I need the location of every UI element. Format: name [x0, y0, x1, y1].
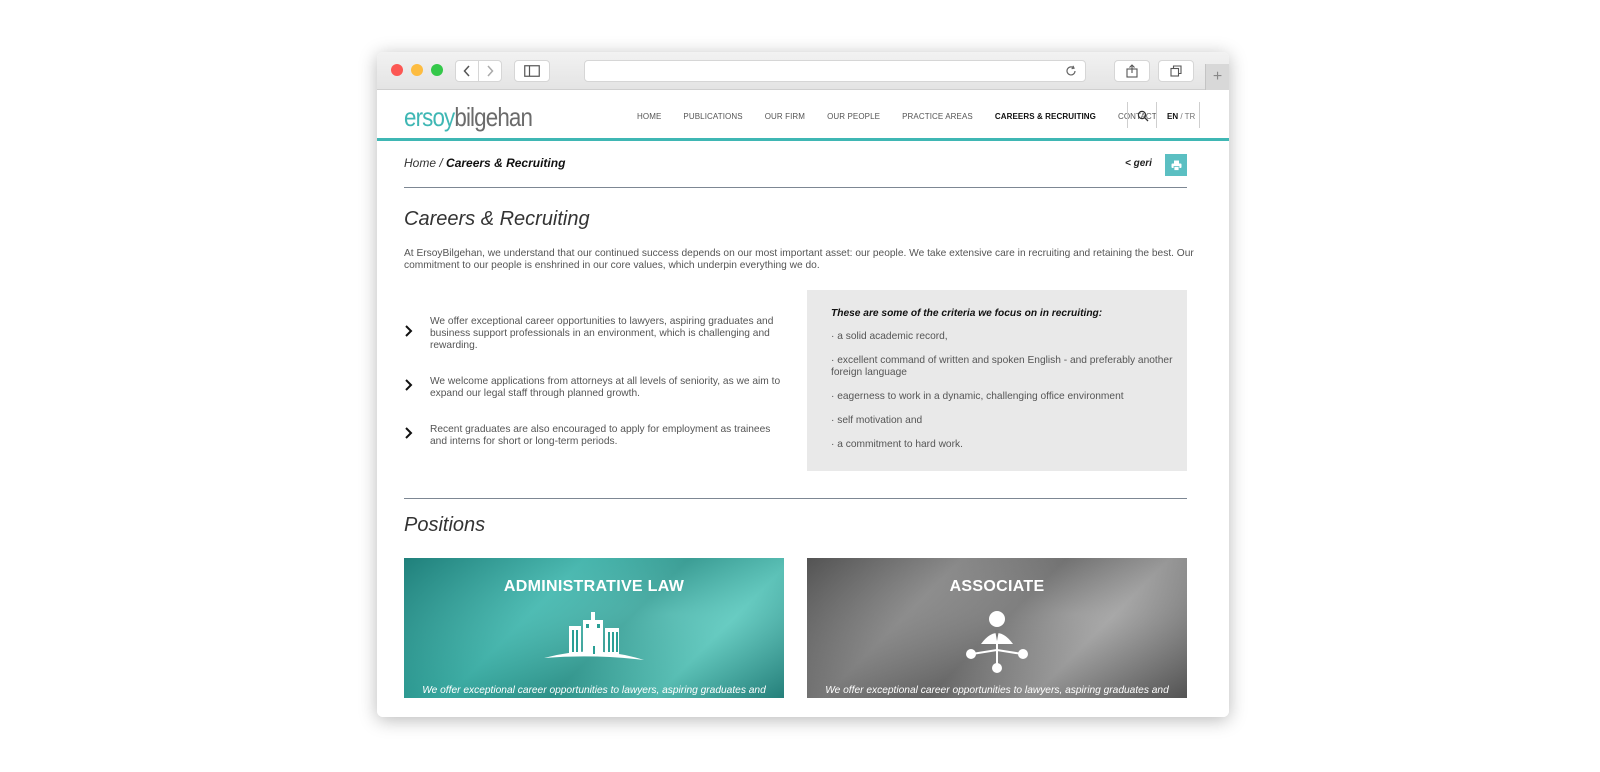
chevron-left-icon: [463, 65, 470, 77]
breadcrumb-separator: /: [436, 156, 447, 170]
card-title: ASSOCIATE: [949, 578, 1045, 595]
header-divider: [1156, 102, 1157, 128]
courthouse-person-icon: [544, 612, 644, 660]
header-divider: [1199, 102, 1200, 128]
card-title: ADMINISTRATIVE LAW: [503, 578, 685, 595]
search-icon[interactable]: [1137, 110, 1149, 122]
zoom-window-button[interactable]: [431, 64, 443, 76]
new-tab-button[interactable]: +: [1205, 64, 1229, 90]
criteria-item: · eagerness to work in a dynamic, challe…: [831, 391, 1124, 402]
sidebar-toggle-button[interactable]: [514, 60, 550, 82]
plus-icon: +: [1212, 68, 1223, 85]
main-nav: HOME PUBLICATIONS OUR FIRM OUR PEOPLE PR…: [637, 112, 1179, 121]
page-title: Careers & Recruiting: [404, 208, 590, 230]
criteria-item: · self motivation and: [831, 415, 923, 426]
back-link[interactable]: < geri: [1125, 158, 1152, 169]
criteria-item: · a commitment to hard work.: [831, 439, 963, 450]
tabs-icon: [1170, 65, 1182, 77]
nav-our-firm[interactable]: OUR FIRM: [765, 112, 805, 121]
list-item-text: Recent graduates are also encouraged to …: [430, 424, 771, 447]
positions-title: Positions: [404, 514, 486, 536]
criteria-box: These are some of the criteria we focus …: [807, 290, 1187, 471]
chevron-right-icon: [405, 379, 413, 391]
browser-toolbar: +: [377, 52, 1229, 90]
minimize-window-button[interactable]: [411, 64, 423, 76]
nav-our-people[interactable]: OUR PEOPLE: [827, 112, 880, 121]
list-item-text: We welcome applications from attorneys a…: [430, 376, 781, 399]
print-button[interactable]: [1165, 154, 1187, 176]
lang-tr[interactable]: TR: [1185, 112, 1196, 121]
nav-careers-recruiting[interactable]: CAREERS & RECRUITING: [995, 112, 1096, 121]
logo-part-bilgehan: bilgehan: [454, 102, 533, 132]
website: ersoybilgehan HOME PUBLICATIONS OUR FIRM…: [377, 90, 1229, 717]
criteria-item: · excellent command of written and spoke…: [831, 355, 1173, 378]
share-icon: [1126, 64, 1138, 78]
list-item-text: We offer exceptional career opportunitie…: [430, 316, 774, 351]
chevron-right-icon: [487, 65, 494, 77]
position-card-administrative-law[interactable]: ADMINISTRATIVE LAW We offer exceptional …: [404, 558, 784, 698]
header-divider: [1127, 102, 1128, 128]
intro-text: At ErsoyBilgehan, we understand that our…: [404, 248, 1194, 271]
criteria-title: These are some of the criteria we focus …: [831, 308, 1103, 319]
chevron-right-icon: [405, 325, 413, 337]
logo-part-ersoy: ersoy: [404, 102, 455, 132]
printer-icon: [1171, 160, 1181, 171]
tabs-overview-button[interactable]: [1158, 60, 1194, 82]
position-card-associate[interactable]: ASSOCIATE We offer exceptional career op…: [807, 558, 1187, 698]
browser-window: + ersoybilgehan HOME PUBLICATIONS OUR FI…: [377, 52, 1229, 717]
sidebar-icon: [524, 65, 540, 77]
nav-publications[interactable]: PUBLICATIONS: [683, 112, 742, 121]
site-header: ersoybilgehan HOME PUBLICATIONS OUR FIRM…: [377, 90, 1229, 141]
divider-line: [404, 187, 1187, 188]
reload-icon[interactable]: [1065, 65, 1077, 77]
network-person-icon: [966, 611, 1028, 673]
share-button[interactable]: [1114, 60, 1150, 82]
breadcrumb: Home / Careers & Recruiting: [404, 156, 565, 170]
site-logo[interactable]: ersoybilgehan: [404, 102, 533, 133]
nav-home[interactable]: HOME: [637, 112, 661, 121]
breadcrumb-home[interactable]: Home: [404, 156, 436, 170]
lang-en[interactable]: EN: [1167, 112, 1178, 121]
language-switcher: EN / TR: [1167, 112, 1195, 121]
card-description: We offer exceptional career opportunitie…: [422, 685, 766, 696]
card-description: We offer exceptional career opportunitie…: [825, 685, 1169, 696]
breadcrumb-current: Careers & Recruiting: [446, 156, 566, 170]
nav-practice-areas[interactable]: PRACTICE AREAS: [902, 112, 973, 121]
address-bar[interactable]: [584, 60, 1086, 82]
forward-button[interactable]: [478, 60, 502, 82]
criteria-item: · a solid academic record,: [831, 331, 948, 342]
close-window-button[interactable]: [391, 64, 403, 76]
divider-line: [404, 498, 1187, 499]
back-button[interactable]: [455, 60, 479, 82]
chevron-right-icon: [405, 427, 413, 439]
